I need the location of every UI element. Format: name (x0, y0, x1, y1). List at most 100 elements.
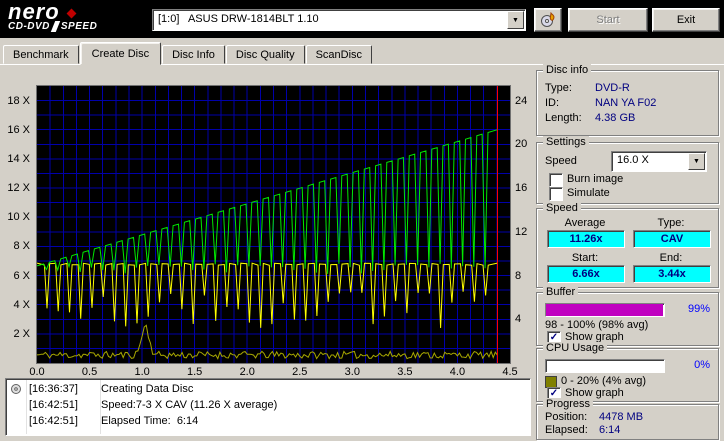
start-button[interactable]: Start (568, 8, 648, 32)
burn-image-checkbox[interactable] (549, 173, 563, 187)
disc-length-label: Length: (545, 112, 582, 124)
elapsed-label: Elapsed: (545, 424, 588, 436)
progress-group: Progress Position: 4478 MB Elapsed: 6:14 (536, 398, 719, 440)
progress-title: Progress (543, 398, 594, 411)
burn-button[interactable] (534, 8, 562, 32)
speed-title: Speed (543, 202, 581, 215)
write-type-value: CAV (633, 230, 711, 248)
y-axis-right: 24 20 16 12 8 4 (514, 86, 538, 363)
burn-disc-icon (541, 12, 555, 27)
tab-strip: Benchmark Create Disc Disc Info Disc Qua… (3, 42, 373, 65)
status-log: [16:36:37] Creating Data Disc [16:42:51]… (5, 378, 531, 436)
exit-button-label: Exit (676, 14, 696, 26)
speed-select-value: 16.0 X (617, 154, 649, 166)
start-speed-label: Start: (571, 252, 599, 264)
drive-select[interactable]: [1:0] ASUS DRW-1814BLT 1.10 ▼ (152, 9, 526, 31)
average-speed-label: Average (564, 217, 606, 229)
axis-tick-label: 24 (515, 94, 528, 107)
axis-tick-label: 0.0 (29, 366, 45, 378)
burn-image-label: Burn image (567, 173, 624, 185)
log-timestamp: [16:36:37] (29, 383, 78, 395)
axis-tick-label: 3.0 (344, 366, 360, 378)
buffer-range-text: 98 - 100% (98% avg) (545, 319, 649, 331)
axis-tick-label: 2.0 (239, 366, 255, 378)
speed-select[interactable]: 16.0 X ▼ (611, 151, 707, 172)
position-value: 4478 MB (599, 411, 644, 423)
axis-tick-label: 2 X (13, 327, 30, 340)
exit-button[interactable]: Exit (652, 8, 720, 32)
log-timestamp: [16:42:51] (29, 415, 78, 427)
axis-tick-label: 8 X (13, 240, 30, 253)
buffer-group: Buffer 99% 98 - 100% (98% avg) ✓ Show gr… (536, 286, 719, 346)
cpu-progressbar (545, 359, 665, 373)
axis-tick-label: 16 X (7, 123, 30, 136)
cpu-range-text: 0 - 20% (4% avg) (561, 375, 646, 387)
disc-info-title: Disc info (543, 64, 592, 77)
chevron-down-icon: ▼ (512, 16, 519, 24)
axis-tick-label: 12 X (7, 182, 30, 195)
position-label: Position: (545, 411, 588, 423)
log-row: [16:36:37] Creating Data Disc (6, 381, 530, 397)
buffer-progress-fill (546, 304, 663, 316)
disc-write-icon (11, 384, 21, 394)
speed-select-label: Speed (545, 155, 577, 167)
cpu-percent: 0% (694, 359, 710, 371)
tab-benchmark[interactable]: Benchmark (3, 45, 79, 64)
tab-scandisc[interactable]: ScanDisc (305, 45, 373, 64)
axis-tick-label: 12 (515, 225, 528, 238)
axis-tick-label: 16 (515, 182, 528, 195)
cpu-usage-group: CPU Usage 0% 0 - 20% (4% avg) ✓ Show gra… (536, 342, 719, 402)
tab-label: Create Disc (91, 47, 150, 60)
tab-create-disc[interactable]: Create Disc (79, 42, 162, 65)
chevron-down-icon: ▼ (693, 158, 700, 165)
nero-cd-dvd-speed-window: nero CD-DVD SPEED [1:0] ASUS DRW-1814BLT … (0, 0, 724, 441)
elapsed-value: 6:14 (599, 424, 621, 436)
speed-select-arrow-button[interactable]: ▼ (688, 153, 705, 170)
axis-tick-label: 4 X (13, 298, 30, 311)
axis-tick-label: 8 (515, 269, 522, 282)
start-speed-value: 6.66x (547, 265, 625, 283)
end-speed-value: 3.44x (633, 265, 711, 283)
disc-id-label: ID: (545, 97, 560, 109)
simulate-label: Simulate (567, 187, 610, 199)
tab-label: Benchmark (13, 48, 69, 61)
logo-product-left: CD-DVD (8, 21, 50, 32)
axis-tick-label: 10 X (7, 211, 30, 224)
disc-type-label: Type: (545, 82, 572, 94)
tab-disc-info[interactable]: Disc Info (162, 45, 225, 64)
title-bar: nero CD-DVD SPEED [1:0] ASUS DRW-1814BLT … (0, 0, 724, 38)
disc-type-value: DVD-R (595, 82, 630, 94)
log-message: Speed:7-3 X CAV (11.26 X average) (101, 399, 278, 411)
axis-tick-label: 4.5 (502, 366, 518, 378)
speed-chart (36, 85, 511, 364)
axis-tick-label: 6 X (13, 269, 30, 282)
axis-tick-label: 14 X (7, 152, 30, 165)
disc-info-group: Disc info Type: DVD-R ID: NAN YA F02 Len… (536, 64, 719, 136)
buffer-title: Buffer (543, 286, 579, 299)
drive-select-arrow-button[interactable]: ▼ (507, 11, 524, 29)
disc-length-value: 4.38 GB (595, 112, 636, 124)
axis-tick-label: 3.5 (397, 366, 413, 378)
axis-tick-label: 1.5 (187, 366, 203, 378)
speed-chart-plot (36, 86, 510, 363)
write-type-label: Type: (657, 217, 685, 229)
simulate-checkbox[interactable] (549, 187, 563, 201)
axis-tick-label: 18 X (7, 94, 30, 107)
log-timestamp: [16:42:51] (29, 399, 78, 411)
tab-disc-quality[interactable]: Disc Quality (225, 45, 305, 64)
buffer-percent: 99% (687, 303, 710, 315)
speed-group: Speed Average Type: 11.26x CAV Start: En… (536, 202, 719, 288)
nero-logo: nero CD-DVD SPEED (8, 1, 97, 32)
axis-tick-label: 4 (515, 313, 522, 326)
log-message: Elapsed Time: 6:14 (101, 415, 199, 427)
log-message: Creating Data Disc (101, 383, 194, 395)
axis-tick-label: 4.0 (449, 366, 466, 378)
cpu-usage-title: CPU Usage (543, 342, 608, 355)
logo-product-right: SPEED (60, 21, 98, 32)
tab-label: Disc Quality (235, 48, 295, 61)
buffer-progressbar (545, 303, 665, 317)
axis-tick-label: 2.5 (292, 366, 308, 378)
log-row: [16:42:51] Elapsed Time: 6:14 (6, 413, 530, 429)
drive-select-value: [1:0] ASUS DRW-1814BLT 1.10 (158, 13, 319, 25)
y-axis-left: 18 X 16 X 14 X 12 X 10 X 8 X 6 X 4 X 2 X (0, 86, 33, 363)
